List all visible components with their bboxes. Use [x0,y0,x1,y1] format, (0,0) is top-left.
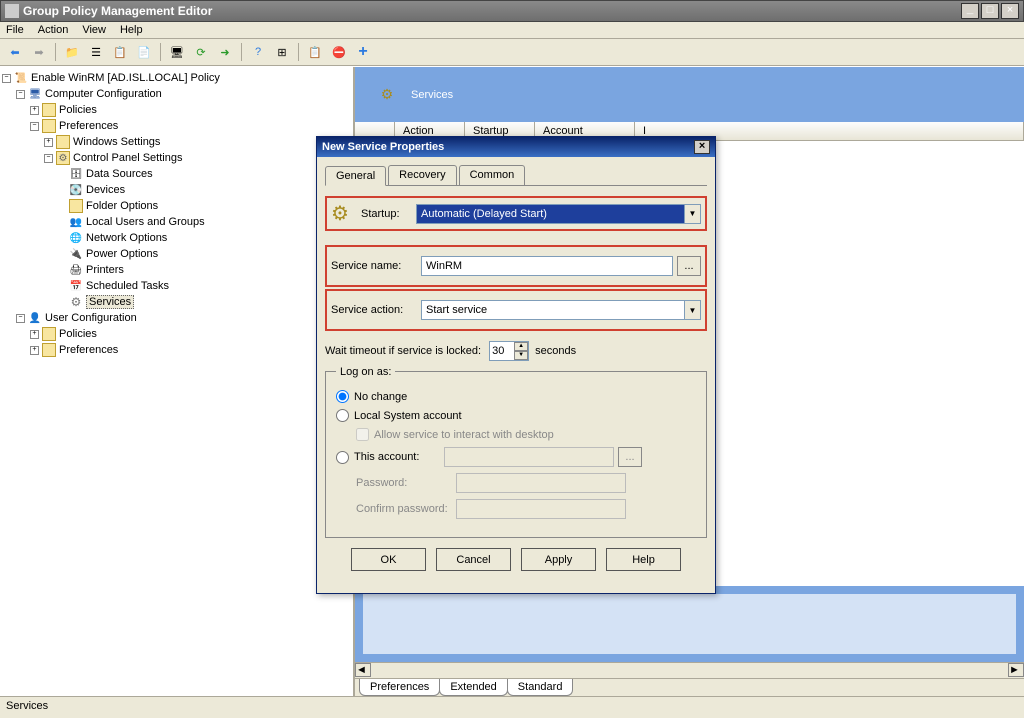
password-input [456,473,626,493]
tree-user-policies[interactable]: +Policies [2,326,351,342]
properties-button[interactable]: 🖥 [167,42,187,62]
tree-schedtasks[interactable]: 📅Scheduled Tasks [2,278,351,294]
bottom-tabs: Preferences Extended Standard [355,678,1024,696]
logon-legend: Log on as: [336,366,395,378]
forward-button[interactable]: ➡ [29,42,49,62]
ok-button[interactable]: OK [351,548,426,571]
servicename-label: Service name: [331,260,421,272]
services-title: Services [411,89,453,101]
wait-label: Wait timeout if service is locked: [325,345,481,357]
scroll-left-button[interactable]: ◄ [355,663,371,677]
serviceaction-dropdown[interactable]: Start service▼ [421,300,701,320]
tab-standard[interactable]: Standard [507,679,574,696]
confirm-password-input [456,499,626,519]
new-service-dialog: New Service Properties × General Recover… [316,136,716,594]
apply-button[interactable]: Apply [521,548,596,571]
tree-printers[interactable]: 🖨Printers [2,262,351,278]
help-button-dialog[interactable]: Help [606,548,681,571]
options-button[interactable]: ⊞ [272,42,292,62]
tab-general[interactable]: General [325,166,386,186]
services-header: ⚙ Services [355,67,1024,122]
tree-services[interactable]: ⚙Services [2,294,351,310]
menu-help[interactable]: Help [120,24,143,36]
tree-devices[interactable]: 💽Devices [2,182,351,198]
close-button[interactable]: × [1001,3,1019,19]
radio-localsystem[interactable] [336,409,349,422]
disable-button[interactable]: ⛔ [329,42,349,62]
dropdown-arrow-icon: ▼ [684,205,700,223]
copy-button[interactable]: 📋 [110,42,130,62]
tree-folderoptions[interactable]: Folder Options [2,198,351,214]
statusbar: Services [0,696,1024,718]
tree-localusers[interactable]: 👥Local Users and Groups [2,214,351,230]
add-button[interactable]: + [353,42,373,62]
horizontal-scrollbar[interactable]: ◄ ► [355,662,1024,678]
services-icon: ⚙ [373,81,401,109]
titlebar: Group Policy Management Editor _ □ × [0,0,1024,22]
stop-button[interactable]: 📋 [305,42,325,62]
startup-dropdown[interactable]: Automatic (Delayed Start)▼ [416,204,701,224]
dialog-tabs: General Recovery Common [325,165,707,186]
menu-file[interactable]: File [6,24,24,36]
logon-fieldset: Log on as: No change Local System accoun… [325,371,707,538]
back-button[interactable]: ⬅ [5,42,25,62]
tree-user-config[interactable]: −👤User Configuration [2,310,351,326]
gear-icon: ⚙ [331,201,361,226]
tree-cp-settings[interactable]: −⚙Control Panel Settings [2,150,351,166]
app-icon [5,4,19,18]
browse-service-button[interactable]: ... [677,256,701,276]
dialog-title: New Service Properties [322,141,694,153]
serviceaction-label: Service action: [331,304,421,316]
tree-policies[interactable]: +Policies [2,102,351,118]
tab-extended[interactable]: Extended [439,679,507,696]
tab-preferences[interactable]: Preferences [359,679,440,696]
menubar: File Action View Help [0,22,1024,39]
tree-view[interactable]: −📜Enable WinRM [AD.ISL.LOCAL] Policy −🖥C… [0,67,355,696]
export-button[interactable]: ➜ [215,42,235,62]
tree-poweropt[interactable]: 🔌Power Options [2,246,351,262]
menu-action[interactable]: Action [38,24,69,36]
menu-view[interactable]: View [82,24,106,36]
startup-label: Startup: [361,208,416,220]
tab-common[interactable]: Common [459,165,526,185]
window-title: Group Policy Management Editor [23,4,961,18]
tree-windows-settings[interactable]: +Windows Settings [2,134,351,150]
scroll-right-button[interactable]: ► [1008,663,1024,677]
dropdown-arrow-icon: ▼ [684,301,700,319]
tree-datasources[interactable]: 🗄Data Sources [2,166,351,182]
maximize-button[interactable]: □ [981,3,999,19]
account-input [444,447,614,467]
paste-button[interactable]: 📄 [134,42,154,62]
up-button[interactable]: 📁 [62,42,82,62]
minimize-button[interactable]: _ [961,3,979,19]
tree-preferences[interactable]: −Preferences [2,118,351,134]
checkbox-interact [356,428,369,441]
wait-timeout-spinner[interactable]: 30 ▲▼ [489,341,529,361]
toolbar: ⬅ ➡ 📁 ☰ 📋 📄 🖥 ⟳ ➜ ? ⊞ 📋 ⛔ + [0,39,1024,66]
wait-unit: seconds [535,345,576,357]
browse-account-button: ... [618,447,642,467]
spinner-down-icon[interactable]: ▼ [514,351,528,360]
help-button[interactable]: ? [248,42,268,62]
showhide-button[interactable]: ☰ [86,42,106,62]
tree-user-prefs[interactable]: +Preferences [2,342,351,358]
tab-recovery[interactable]: Recovery [388,165,456,185]
refresh-button[interactable]: ⟳ [191,42,211,62]
tree-computer-config[interactable]: −🖥Computer Configuration [2,86,351,102]
tree-networkopt[interactable]: 🌐Network Options [2,230,351,246]
radio-nochange[interactable] [336,390,349,403]
tree-root[interactable]: −📜Enable WinRM [AD.ISL.LOCAL] Policy [2,70,351,86]
preview-box [355,586,1024,662]
spinner-up-icon[interactable]: ▲ [514,342,528,351]
servicename-input[interactable] [421,256,673,276]
radio-thisaccount[interactable] [336,451,349,464]
cancel-button[interactable]: Cancel [436,548,511,571]
dialog-close-button[interactable]: × [694,140,710,154]
dialog-titlebar: New Service Properties × [317,137,715,157]
